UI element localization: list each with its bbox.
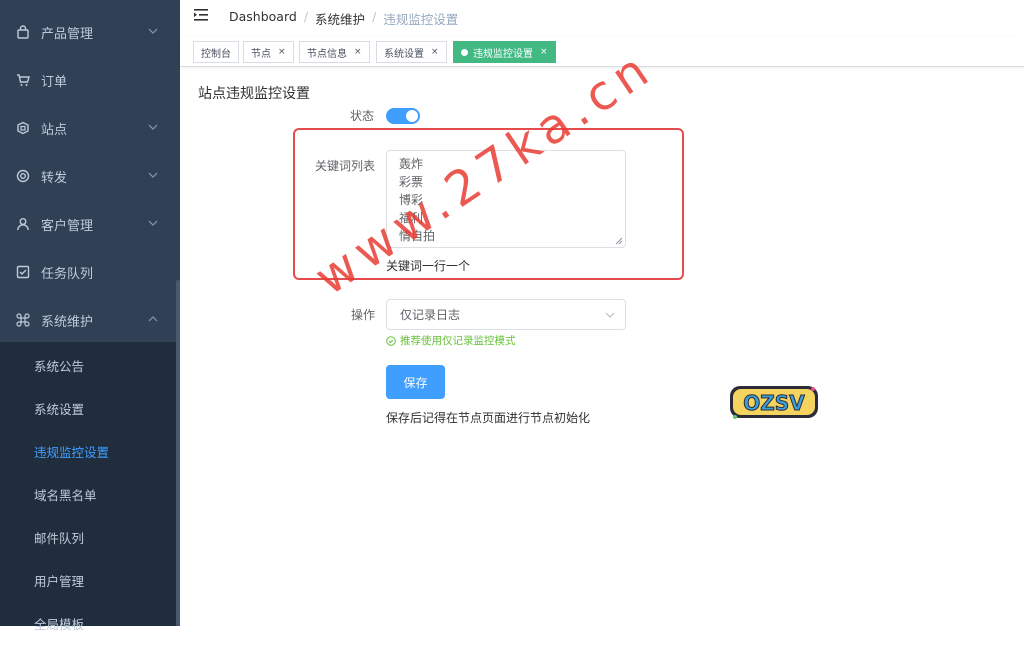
action-tip: 推荐使用仅记录监控模式 <box>386 333 516 348</box>
action-tip-text: 推荐使用仅记录监控模式 <box>400 335 516 347</box>
breadcrumb-separator: / <box>372 9 377 24</box>
sidebar-item-label: 系统维护 <box>41 314 94 330</box>
save-note: 保存后记得在节点页面进行节点初始化 <box>386 411 591 425</box>
sidebar-subitem-violation-monitor[interactable]: 违规监控设置 <box>0 430 176 473</box>
sidebar: 产品管理 订单 站点 转发 客户管理 任务队列 系统维护 系统公告 系统设置 违… <box>0 0 180 632</box>
sidebar-subitem-mail-queue[interactable]: 邮件队列 <box>0 516 176 559</box>
sidebar-item-label: 客户管理 <box>41 218 94 234</box>
status-switch[interactable] <box>386 108 420 124</box>
breadcrumb-current: 违规监控设置 <box>383 12 459 27</box>
sidebar-subitem-global-templates[interactable]: 全局模板 <box>0 602 176 645</box>
sidebar-item-label: 站点 <box>41 122 68 138</box>
close-icon[interactable]: × <box>540 47 548 57</box>
chevron-down-icon <box>605 312 615 318</box>
chevron-down-icon <box>148 28 158 34</box>
sidebar-item-label: 产品管理 <box>41 26 94 42</box>
sidebar-scrollbar[interactable] <box>176 280 180 626</box>
close-icon[interactable]: × <box>278 47 286 57</box>
chevron-down-icon <box>148 220 158 226</box>
logo-text: OZSV <box>743 391 805 415</box>
switch-knob <box>406 110 418 122</box>
breadcrumb-separator: / <box>303 9 309 24</box>
command-icon <box>16 313 30 327</box>
action-select-value: 仅记录日志 <box>400 308 461 322</box>
sidebar-subitem-domain-blacklist[interactable]: 域名黑名单 <box>0 473 176 516</box>
sidebar-item-sites[interactable]: 站点 <box>0 104 176 152</box>
save-button[interactable]: 保存 <box>386 365 445 399</box>
ozsv-logo: OZSV <box>730 386 818 419</box>
menu-fold-icon[interactable] <box>194 8 210 22</box>
status-label: 状态 <box>350 109 375 123</box>
sidebar-item-customers[interactable]: 客户管理 <box>0 200 176 248</box>
site-icon <box>16 121 30 135</box>
sidebar-item-label: 订单 <box>41 74 68 90</box>
cart-icon <box>16 73 30 87</box>
tag-label: 控制台 <box>201 48 231 60</box>
tag-label: 系统设置 <box>384 48 424 60</box>
active-dot-icon <box>461 48 468 56</box>
chevron-down-icon <box>148 172 158 178</box>
tag-dashboard[interactable]: 控制台 <box>193 41 239 63</box>
sidebar-item-label: 任务队列 <box>41 266 94 282</box>
action-label: 操作 <box>351 308 376 322</box>
breadcrumb: Dashboard / 系统维护 / 违规监控设置 <box>229 9 458 28</box>
chevron-down-icon <box>148 124 158 130</box>
sidebar-item-forwarding[interactable]: 转发 <box>0 152 176 200</box>
tag-system-settings[interactable]: 系统设置 × <box>376 41 447 63</box>
close-icon[interactable]: × <box>354 47 362 57</box>
sidebar-item-orders[interactable]: 订单 <box>0 56 176 104</box>
target-icon <box>16 169 30 183</box>
tag-label: 节点信息 <box>307 48 347 60</box>
tag-nodes[interactable]: 节点 × <box>243 41 294 63</box>
tag-label: 节点 <box>251 48 271 60</box>
tag-violation-monitor[interactable]: 违规监控设置 × <box>453 41 556 63</box>
tag-node-info[interactable]: 节点信息 × <box>299 41 370 63</box>
breadcrumb-system-maintenance[interactable]: 系统维护 <box>315 9 365 28</box>
page-title: 站点违规监控设置 <box>198 86 310 102</box>
sidebar-subitem-user-management[interactable]: 用户管理 <box>0 559 176 602</box>
navbar: Dashboard / 系统维护 / 违规监控设置 <box>180 0 1024 34</box>
sidebar-item-products[interactable]: 产品管理 <box>0 8 176 56</box>
sidebar-item-system-maintenance[interactable]: 系统维护 <box>0 296 176 344</box>
sidebar-item-label: 转发 <box>41 170 68 186</box>
action-select[interactable]: 仅记录日志 <box>386 299 626 330</box>
user-icon <box>16 217 30 231</box>
close-icon[interactable]: × <box>431 47 439 57</box>
check-circle-icon <box>386 335 396 346</box>
sidebar-subitem-settings[interactable]: 系统设置 <box>0 387 176 430</box>
sidebar-subitem-announcements[interactable]: 系统公告 <box>0 344 176 387</box>
sidebar-item-task-queue[interactable]: 任务队列 <box>0 248 176 296</box>
checkbox-icon <box>16 265 30 279</box>
chevron-up-icon <box>148 316 158 322</box>
bag-icon <box>16 25 30 39</box>
breadcrumb-dashboard[interactable]: Dashboard <box>229 9 297 28</box>
tag-label: 违规监控设置 <box>473 48 533 60</box>
submenu-system-maintenance: 系统公告 系统设置 违规监控设置 域名黑名单 邮件队列 用户管理 全局模板 <box>0 342 176 632</box>
